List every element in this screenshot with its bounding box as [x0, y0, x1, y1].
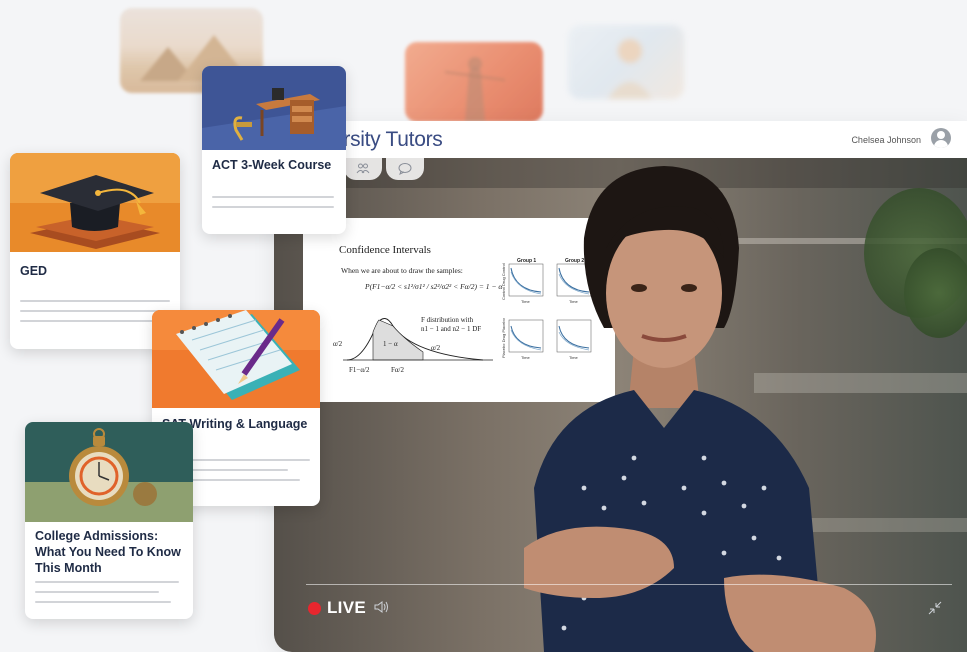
- f-high-label: Fα/2: [391, 366, 405, 374]
- card-line: [212, 196, 334, 198]
- app-header: arsity Tutors Chelsea Johnson: [274, 121, 967, 158]
- course-title-act: ACT 3-Week Course: [212, 158, 332, 172]
- slide-formula: P(F1−α/2 < s1²/σ1² / s2²/σ2² < Fα/2) = 1…: [365, 282, 503, 291]
- volume-icon[interactable]: [373, 599, 391, 615]
- card-line: [20, 300, 170, 302]
- f-distribution-diagram: α/2 1 − α α/2 F distribution with n1 − 1…: [333, 316, 493, 374]
- card-line: [20, 310, 160, 312]
- slide-title: Confidence Intervals: [339, 244, 431, 256]
- course-card-college-admissions[interactable]: College Admissions: What You Need To Kno…: [25, 422, 193, 619]
- course-title-college-admissions: College Admissions: What You Need To Kno…: [35, 529, 181, 575]
- one-minus-alpha-label: 1 − α: [383, 340, 398, 348]
- participants-tab[interactable]: [344, 158, 382, 180]
- slide-intro-text: When we are about to draw the samples:: [341, 266, 463, 275]
- alpha-half-right-label: α/2: [431, 344, 441, 352]
- graduation-cap-illustration-icon: [10, 153, 180, 252]
- brand-logo-text[interactable]: arsity Tutors: [332, 128, 443, 152]
- dist-note-line2: n1 − 1 and n2 − 1 DF: [421, 325, 481, 333]
- notepad-pencil-illustration-icon: [152, 310, 320, 408]
- axis-y-label-bottom: Placebo Drug Placebo: [501, 317, 506, 358]
- chat-tab[interactable]: [386, 158, 424, 180]
- participants-icon: [356, 163, 370, 174]
- video-stream[interactable]: Confidence Intervals When we are about t…: [274, 158, 967, 652]
- dist-note-line1: F distribution with: [421, 316, 474, 324]
- course-card-act[interactable]: ACT 3-Week Course: [202, 66, 346, 234]
- background-thumbnail-statue: [405, 42, 543, 122]
- minimize-icon[interactable]: [927, 600, 943, 616]
- desk-illustration-icon: [202, 66, 346, 150]
- f-low-label: F1−α/2: [349, 366, 370, 374]
- alpha-half-left-label: α/2: [333, 340, 343, 348]
- presenter-video: [524, 166, 876, 652]
- background-thumbnail-person: [568, 25, 684, 99]
- course-title-ged: GED: [20, 264, 48, 278]
- video-progress-bar[interactable]: [306, 584, 952, 585]
- card-line: [35, 591, 159, 593]
- user-name: Chelsea Johnson: [851, 135, 921, 145]
- card-line: [35, 601, 171, 603]
- pocket-watch-illustration-icon: [25, 422, 193, 522]
- card-line: [35, 581, 179, 583]
- axis-y-label-top: Control Drug Control: [501, 263, 506, 300]
- chat-icon: [398, 163, 412, 175]
- user-avatar-icon[interactable]: [931, 128, 951, 148]
- card-line: [212, 206, 334, 208]
- card-line: [20, 320, 170, 322]
- live-indicator-dot: [308, 602, 321, 615]
- video-lesson-window: arsity Tutors Chelsea Johnson Confidence…: [274, 121, 967, 652]
- live-label: LIVE: [327, 598, 366, 617]
